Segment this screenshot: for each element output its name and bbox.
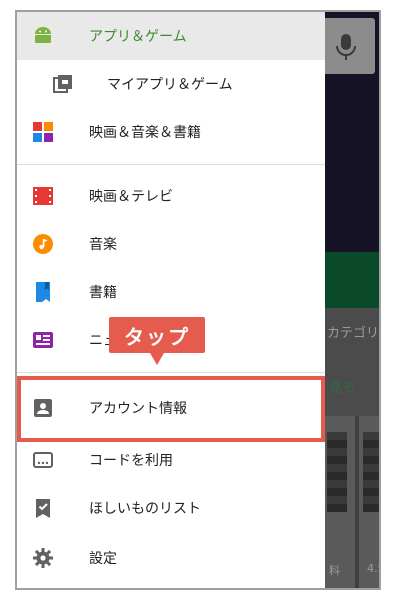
background-see-more: 見る [329, 381, 356, 396]
drawer-item-books[interactable]: 書籍 [17, 268, 325, 316]
drawer-item-apps-games[interactable]: アプリ＆ゲーム [17, 12, 325, 60]
drawer-divider [17, 372, 325, 373]
drawer-item-settings[interactable]: 設定 [17, 534, 325, 582]
drawer-item-label: 音楽 [89, 237, 117, 253]
drawer-item-label: コードを利用 [89, 453, 173, 469]
drawer-item-wishlist[interactable]: ほしいものリスト [17, 484, 325, 532]
drawer-item-label: 設定 [89, 551, 117, 567]
tap-callout: タップ [109, 317, 205, 353]
drawer-item-my-apps[interactable]: マイアプリ＆ゲーム [17, 60, 325, 108]
drawer-item-entertainment[interactable]: 映画＆音楽＆書籍 [17, 108, 325, 156]
background-category-text: カテゴリ別 [327, 326, 380, 341]
background-price: 料 [329, 564, 340, 577]
drawer-item-music[interactable]: 音楽 [17, 220, 325, 268]
android-icon [31, 24, 55, 48]
movie-icon [31, 184, 55, 208]
drawer-item-label: 映画＆音楽＆書籍 [89, 125, 201, 141]
drawer-item-movies-tv[interactable]: 映画＆テレビ [17, 172, 325, 220]
drawer-item-label: ほしいものリスト [89, 501, 201, 517]
background-thumbnail [363, 432, 379, 512]
drawer-item-label: マイアプリ＆ゲーム [107, 77, 233, 93]
gear-icon [31, 546, 55, 570]
book-icon [31, 280, 55, 304]
tap-callout-pointer [150, 353, 164, 365]
library-icon [51, 72, 75, 96]
background-search-bar [317, 18, 375, 74]
wishlist-icon [31, 496, 55, 520]
highlight-box [17, 376, 325, 442]
background-rating: 4.5 [367, 562, 379, 575]
drawer-item-label: 書籍 [89, 285, 117, 301]
drawer-item-label: アプリ＆ゲーム [89, 29, 187, 45]
drawer-item-redeem[interactable]: コードを利用 [17, 436, 325, 484]
music-icon [31, 232, 55, 256]
entertainment-icon [31, 120, 55, 144]
drawer-divider [17, 164, 325, 165]
microphone-icon [336, 34, 356, 60]
redeem-icon [31, 448, 55, 472]
phone-screen: カテゴリ別 見る 料 4.5 アプリ＆ゲーム [15, 10, 381, 590]
background-thumbnail [327, 432, 347, 512]
news-icon [31, 328, 55, 352]
navigation-drawer: アプリ＆ゲーム マイアプリ＆ゲーム 映画＆音楽＆書籍 映画＆テレビ 音楽 書籍 … [17, 12, 325, 588]
drawer-item-label: 映画＆テレビ [89, 189, 173, 205]
